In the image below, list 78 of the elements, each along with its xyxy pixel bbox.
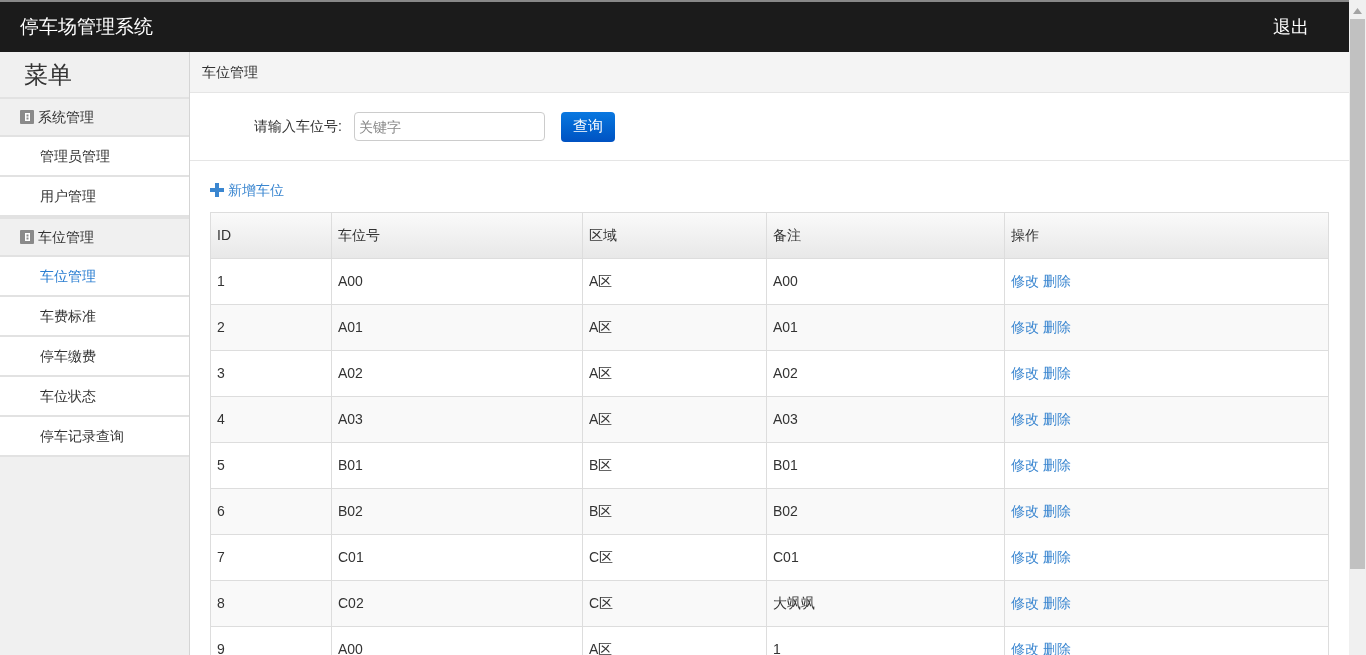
scroll-up-icon	[1353, 8, 1362, 14]
table-cell: 9	[211, 627, 332, 655]
column-header: 备注	[767, 213, 1005, 258]
table-cell: B02	[332, 489, 583, 534]
bookmark-icon	[20, 110, 34, 124]
table-cell: A03	[332, 397, 583, 442]
sidebar-item[interactable]: 车位状态	[0, 377, 189, 417]
delete-link[interactable]: 删除	[1043, 363, 1071, 384]
table-cell: A区	[583, 259, 767, 304]
table-cell: 8	[211, 581, 332, 626]
column-header: ID	[211, 213, 332, 258]
edit-link[interactable]: 修改	[1011, 317, 1039, 338]
bookmark-icon	[20, 230, 34, 244]
table-cell: 大飒飒	[767, 581, 1005, 626]
table-cell: A02	[767, 351, 1005, 396]
sidebar-group[interactable]: 系统管理	[0, 97, 189, 137]
table-cell: 5	[211, 443, 332, 488]
delete-link[interactable]: 删除	[1043, 547, 1071, 568]
table-cell: A区	[583, 351, 767, 396]
table-cell: B区	[583, 489, 767, 534]
table-cell: C01	[767, 535, 1005, 580]
edit-link[interactable]: 修改	[1011, 547, 1039, 568]
edit-link[interactable]: 修改	[1011, 501, 1039, 522]
sidebar-group[interactable]: 车位管理	[0, 217, 189, 257]
app-title: 停车场管理系统	[20, 14, 153, 39]
table-cell: A区	[583, 397, 767, 442]
table-cell: 2	[211, 305, 332, 350]
column-header: 区域	[583, 213, 767, 258]
table-cell: A02	[332, 351, 583, 396]
logout-link[interactable]: 退出	[1273, 13, 1309, 41]
sidebar-item[interactable]: 车费标准	[0, 297, 189, 337]
table-cell: C区	[583, 581, 767, 626]
edit-link[interactable]: 修改	[1011, 363, 1039, 384]
delete-link[interactable]: 删除	[1043, 271, 1071, 292]
table-cell: A区	[583, 305, 767, 350]
column-header: 车位号	[332, 213, 583, 258]
search-label: 请输入车位号:	[254, 117, 342, 136]
table-cell: 7	[211, 535, 332, 580]
sidebar-item[interactable]: 停车记录查询	[0, 417, 189, 457]
table-cell: A03	[767, 397, 1005, 442]
edit-link[interactable]: 修改	[1011, 271, 1039, 292]
table-cell: A00	[767, 259, 1005, 304]
edit-link[interactable]: 修改	[1011, 593, 1039, 614]
table-cell: B01	[767, 443, 1005, 488]
add-link[interactable]: 新增车位	[210, 177, 284, 203]
sidebar-item[interactable]: 停车缴费	[0, 337, 189, 377]
sidebar-item[interactable]: 管理员管理	[0, 137, 189, 177]
sidebar-item[interactable]: 车位管理	[0, 257, 189, 297]
plus-icon	[210, 183, 224, 197]
table-cell: B01	[332, 443, 583, 488]
table-cell: 4	[211, 397, 332, 442]
edit-link[interactable]: 修改	[1011, 409, 1039, 430]
table-cell: A00	[332, 627, 583, 655]
table-cell: A01	[767, 305, 1005, 350]
delete-link[interactable]: 删除	[1043, 409, 1071, 430]
table-cell: A区	[583, 627, 767, 655]
delete-link[interactable]: 删除	[1043, 317, 1071, 338]
table-cell: C区	[583, 535, 767, 580]
table-cell: 6	[211, 489, 332, 534]
table-cell: 3	[211, 351, 332, 396]
search-button[interactable]: 查询	[560, 111, 615, 142]
delete-link[interactable]: 删除	[1043, 455, 1071, 476]
delete-link[interactable]: 删除	[1043, 501, 1071, 522]
delete-link[interactable]: 删除	[1043, 593, 1071, 614]
search-field[interactable]: 关键字	[353, 112, 545, 141]
breadcrumb: 车位管理	[202, 62, 258, 82]
table-cell: 1	[767, 627, 1005, 655]
sidebar-item[interactable]: 用户管理	[0, 177, 189, 217]
table-cell: 1	[211, 259, 332, 304]
table-cell: B02	[767, 489, 1005, 534]
edit-link[interactable]: 修改	[1011, 455, 1039, 476]
sidebar-title: 菜单	[24, 59, 72, 90]
table-cell: A00	[332, 259, 583, 304]
table-cell: C02	[332, 581, 583, 626]
column-header: 操作	[1010, 226, 1040, 245]
table-cell: A01	[332, 305, 583, 350]
table-cell: B区	[583, 443, 767, 488]
table-cell: C01	[332, 535, 583, 580]
